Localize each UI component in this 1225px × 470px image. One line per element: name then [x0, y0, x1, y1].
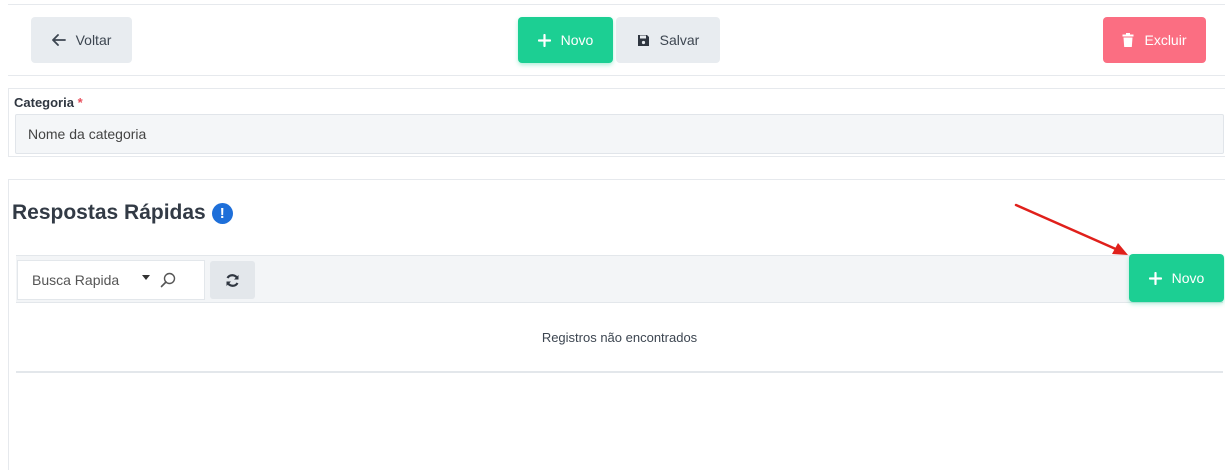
new-quick-response-label: Novo [1171, 270, 1205, 286]
quick-search-label: Busca Rapida [32, 272, 120, 288]
new-button[interactable]: Novo [518, 17, 613, 63]
save-button-label: Salvar [659, 32, 700, 48]
back-button-label: Voltar [75, 32, 112, 48]
delete-button-label: Excluir [1144, 32, 1187, 48]
quick-responses-title: Respostas Rápidas ! [12, 201, 233, 225]
plus-icon [537, 33, 551, 47]
arrow-left-icon [51, 34, 66, 46]
category-section: Categoria * [8, 88, 1225, 157]
save-button[interactable]: Salvar [616, 17, 720, 63]
quick-search-dropdown[interactable]: Busca Rapida [17, 260, 205, 300]
empty-records-text: Registros não encontrados [541, 329, 698, 345]
new-button-label: Novo [560, 32, 594, 48]
new-quick-response-button[interactable]: Novo [1129, 254, 1224, 302]
quick-responses-title-text: Respostas Rápidas [12, 201, 206, 224]
back-button[interactable]: Voltar [31, 17, 132, 63]
empty-records-message: Registros não encontrados [16, 303, 1223, 373]
plus-icon [1148, 271, 1162, 285]
search-icon[interactable] [160, 272, 176, 291]
form-toolbar: Voltar Novo Salvar Excluir [8, 4, 1225, 76]
category-label-text: Categoria [14, 95, 74, 110]
grid-toolbar: Busca Rapida [16, 255, 1223, 303]
floppy-disk-icon [637, 34, 650, 47]
category-label: Categoria * [14, 95, 83, 110]
info-icon[interactable]: ! [211, 202, 233, 224]
delete-button[interactable]: Excluir [1103, 17, 1206, 63]
quick-responses-section: Respostas Rápidas ! Busca Rapida Novo Re… [8, 179, 1225, 470]
refresh-button[interactable] [210, 261, 255, 299]
required-mark: * [77, 95, 83, 110]
refresh-icon [225, 273, 240, 288]
category-name-input[interactable] [15, 114, 1224, 154]
trash-icon [1122, 33, 1134, 47]
caret-down-icon [142, 275, 150, 280]
